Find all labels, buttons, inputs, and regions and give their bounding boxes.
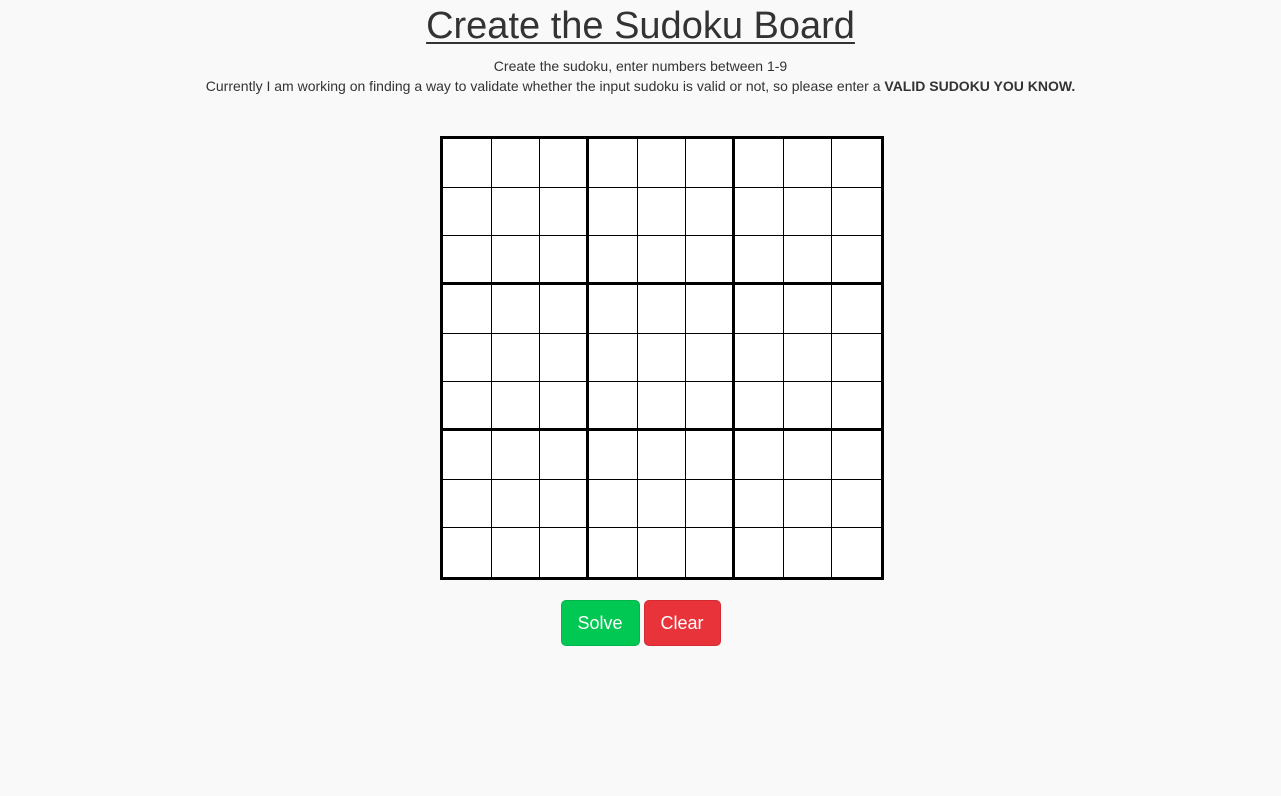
- sudoku-cell-r4-c2[interactable]: [491, 285, 541, 334]
- sudoku-cell-r2-c9[interactable]: [832, 187, 881, 237]
- sudoku-cell-r8-c5[interactable]: [637, 479, 687, 529]
- sudoku-cell-r9-c5[interactable]: [637, 528, 687, 577]
- sudoku-cell-r1-c6[interactable]: [686, 139, 735, 188]
- sudoku-cell-r1-c4[interactable]: [589, 139, 638, 188]
- sudoku-cell-r5-c9[interactable]: [832, 333, 881, 383]
- sudoku-cell-r8-c3[interactable]: [540, 479, 589, 529]
- sudoku-cell-r2-c7[interactable]: [735, 187, 784, 237]
- sudoku-cell-r4-c6[interactable]: [686, 285, 735, 334]
- sudoku-cell-r9-c3[interactable]: [540, 528, 589, 577]
- sudoku-cell-r8-c4[interactable]: [589, 479, 638, 529]
- sudoku-cell-r2-c1[interactable]: [443, 187, 492, 237]
- sudoku-cell-r2-c8[interactable]: [783, 187, 833, 237]
- sudoku-cell-r2-c3[interactable]: [540, 187, 589, 237]
- clear-button[interactable]: Clear: [643, 600, 721, 646]
- sudoku-cell-r9-c2[interactable]: [491, 528, 541, 577]
- sudoku-cell-r1-c5[interactable]: [637, 139, 687, 188]
- sudoku-cell-r6-c4[interactable]: [589, 382, 638, 431]
- sudoku-cell-r1-c7[interactable]: [735, 139, 784, 188]
- sudoku-cell-r5-c7[interactable]: [735, 333, 784, 383]
- sudoku-cell-r5-c1[interactable]: [443, 333, 492, 383]
- sudoku-cell-r5-c6[interactable]: [686, 333, 735, 383]
- sudoku-cell-r7-c1[interactable]: [443, 431, 492, 480]
- sudoku-cell-r9-c7[interactable]: [735, 528, 784, 577]
- sudoku-cell-r7-c8[interactable]: [783, 431, 833, 480]
- sudoku-cell-r9-c1[interactable]: [443, 528, 492, 577]
- sudoku-cell-r5-c8[interactable]: [783, 333, 833, 383]
- sudoku-cell-r3-c3[interactable]: [540, 236, 589, 285]
- sudoku-cell-r3-c2[interactable]: [491, 236, 541, 285]
- sudoku-cell-r6-c2[interactable]: [491, 382, 541, 431]
- sudoku-cell-r4-c7[interactable]: [735, 285, 784, 334]
- sudoku-cell-r4-c8[interactable]: [783, 285, 833, 334]
- sudoku-cell-r9-c8[interactable]: [783, 528, 833, 577]
- sudoku-cell-r7-c5[interactable]: [637, 431, 687, 480]
- sudoku-cell-r9-c9[interactable]: [832, 528, 881, 577]
- sudoku-cell-r1-c3[interactable]: [540, 139, 589, 188]
- sudoku-cell-r1-c9[interactable]: [832, 139, 881, 188]
- sudoku-cell-r7-c7[interactable]: [735, 431, 784, 480]
- page-title: Create the Sudoku Board: [426, 5, 855, 47]
- sudoku-cell-r4-c4[interactable]: [589, 285, 638, 334]
- sudoku-cell-r4-c5[interactable]: [637, 285, 687, 334]
- sudoku-cell-r6-c1[interactable]: [443, 382, 492, 431]
- sudoku-cell-r3-c6[interactable]: [686, 236, 735, 285]
- sudoku-cell-r8-c2[interactable]: [491, 479, 541, 529]
- sudoku-cell-r7-c9[interactable]: [832, 431, 881, 480]
- sudoku-cell-r4-c1[interactable]: [443, 285, 492, 334]
- sudoku-cell-r8-c8[interactable]: [783, 479, 833, 529]
- instructions-emphasis: VALID SUDOKU YOU KNOW.: [884, 78, 1076, 94]
- sudoku-cell-r5-c4[interactable]: [589, 333, 638, 383]
- sudoku-cell-r2-c5[interactable]: [637, 187, 687, 237]
- sudoku-cell-r4-c9[interactable]: [832, 285, 881, 334]
- sudoku-cell-r2-c4[interactable]: [589, 187, 638, 237]
- solve-button[interactable]: Solve: [560, 600, 640, 646]
- sudoku-cell-r1-c1[interactable]: [443, 139, 492, 188]
- sudoku-cell-r9-c4[interactable]: [589, 528, 638, 577]
- sudoku-cell-r6-c9[interactable]: [832, 382, 881, 431]
- sudoku-cell-r6-c6[interactable]: [686, 382, 735, 431]
- sudoku-cell-r3-c7[interactable]: [735, 236, 784, 285]
- sudoku-cell-r3-c5[interactable]: [637, 236, 687, 285]
- sudoku-cell-r1-c8[interactable]: [783, 139, 833, 188]
- action-buttons: Solve Clear: [0, 600, 1281, 646]
- sudoku-cell-r2-c2[interactable]: [491, 187, 541, 237]
- sudoku-cell-r7-c6[interactable]: [686, 431, 735, 480]
- sudoku-cell-r7-c4[interactable]: [589, 431, 638, 480]
- sudoku-cell-r6-c5[interactable]: [637, 382, 687, 431]
- sudoku-cell-r7-c3[interactable]: [540, 431, 589, 480]
- sudoku-cell-r6-c7[interactable]: [735, 382, 784, 431]
- instructions-line-1: Create the sudoku, enter numbers between…: [493, 58, 788, 74]
- sudoku-cell-r8-c6[interactable]: [686, 479, 735, 529]
- sudoku-cell-r8-c1[interactable]: [443, 479, 492, 529]
- sudoku-cell-r3-c8[interactable]: [783, 236, 833, 285]
- sudoku-cell-r8-c9[interactable]: [832, 479, 881, 529]
- sudoku-cell-r5-c2[interactable]: [491, 333, 541, 383]
- sudoku-cell-r3-c9[interactable]: [832, 236, 881, 285]
- sudoku-cell-r1-c2[interactable]: [491, 139, 541, 188]
- sudoku-cell-r3-c1[interactable]: [443, 236, 492, 285]
- sudoku-cell-r5-c5[interactable]: [637, 333, 687, 383]
- sudoku-cell-r4-c3[interactable]: [540, 285, 589, 334]
- sudoku-cell-r6-c8[interactable]: [783, 382, 833, 431]
- instructions-text: Currently I am working on finding a way …: [205, 78, 885, 94]
- sudoku-cell-r7-c2[interactable]: [491, 431, 541, 480]
- sudoku-cell-r5-c3[interactable]: [540, 333, 589, 383]
- sudoku-cell-r8-c7[interactable]: [735, 479, 784, 529]
- sudoku-cell-r9-c6[interactable]: [686, 528, 735, 577]
- instructions-line-2: Currently I am working on finding a way …: [0, 77, 1281, 95]
- sudoku-cell-r2-c6[interactable]: [686, 187, 735, 237]
- sudoku-cell-r3-c4[interactable]: [589, 236, 638, 285]
- sudoku-board: [440, 136, 884, 580]
- sudoku-cell-r6-c3[interactable]: [540, 382, 589, 431]
